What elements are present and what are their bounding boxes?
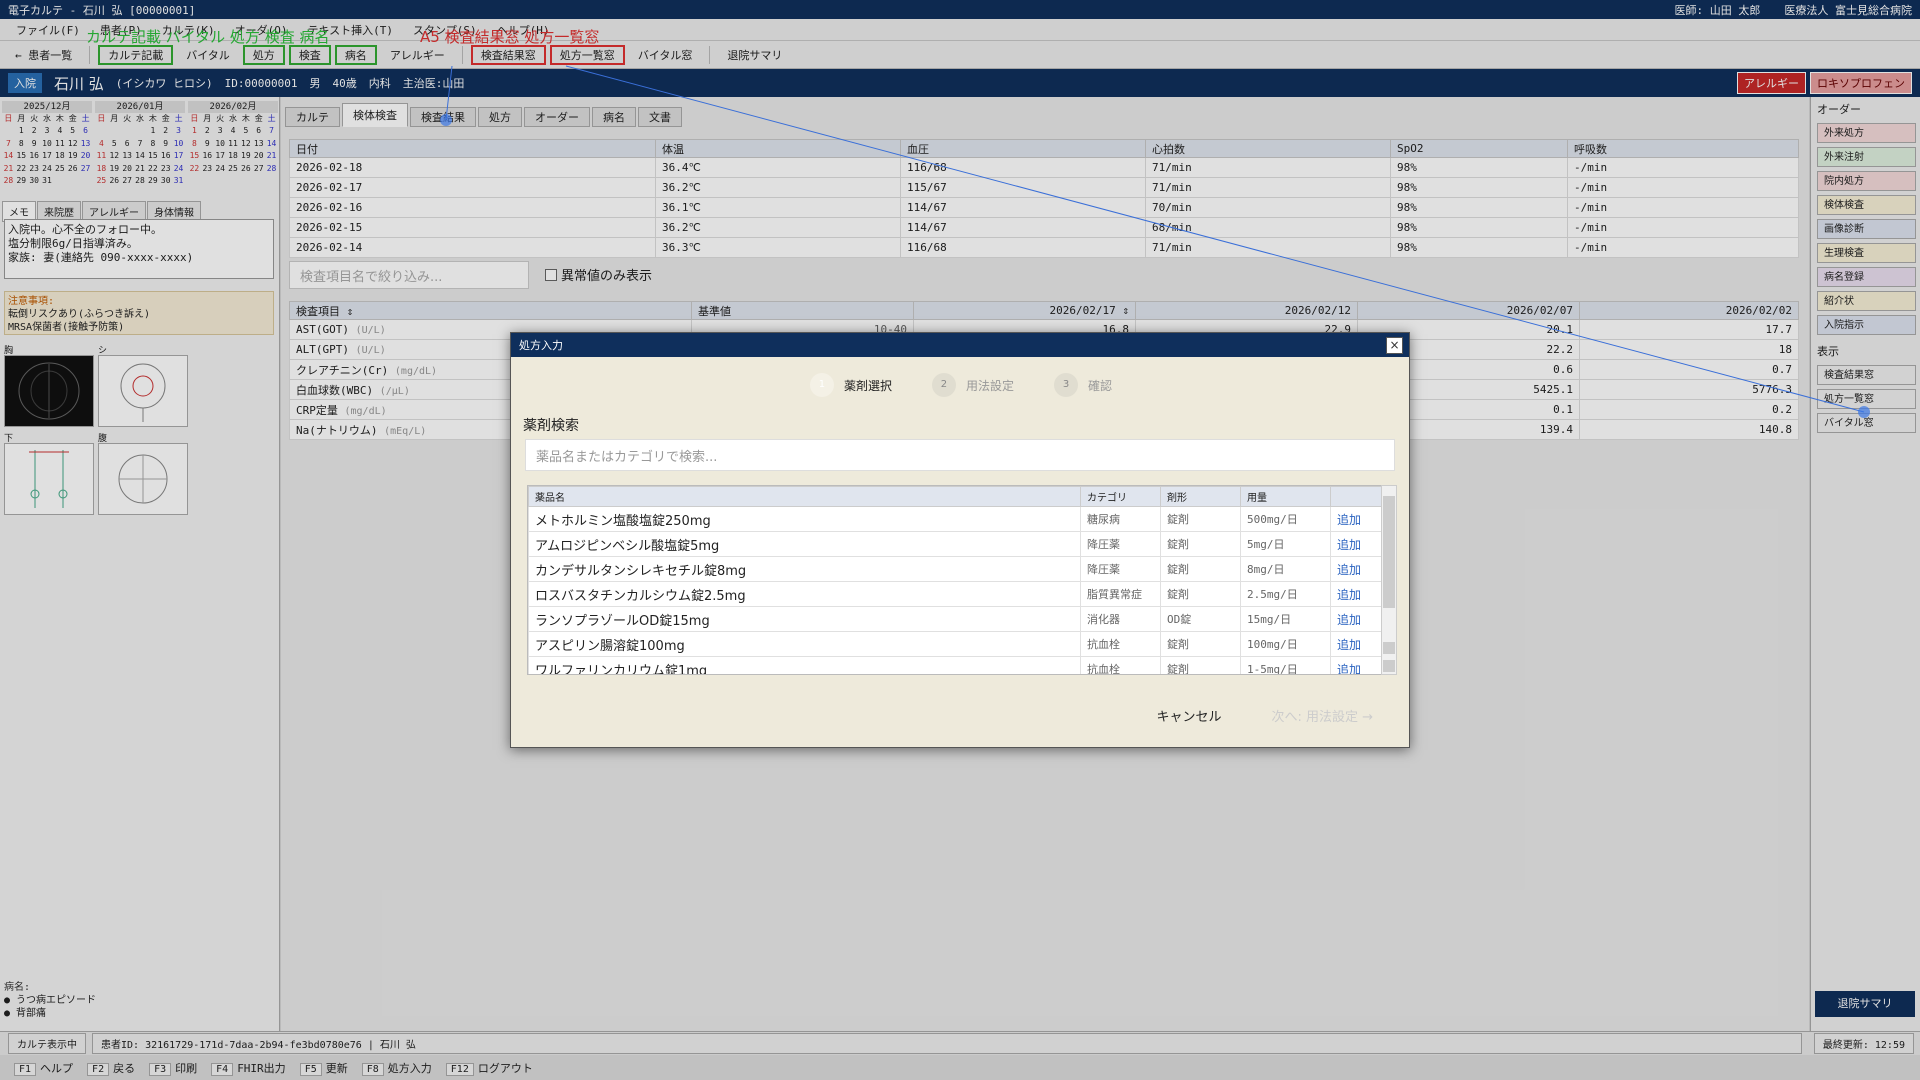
drug-form: 錠剤 <box>1160 556 1241 582</box>
scrollbar-thumb[interactable] <box>1383 660 1395 672</box>
drug-name: メトホルミン塩酸塩錠250mg <box>528 506 1081 532</box>
drug-form: 錠剤 <box>1160 506 1241 532</box>
drug-form: 錠剤 <box>1160 631 1241 657</box>
col-drug-name: 薬品名 <box>528 486 1081 507</box>
drug-category: 糖尿病 <box>1080 506 1161 532</box>
step-confirm: 3 確認 <box>1054 373 1112 397</box>
step-drug-select: 1 薬剤選択 <box>809 373 892 397</box>
drug-name: カンデサルタンシレキセチル錠8mg <box>528 556 1081 582</box>
scrollbar-thumb[interactable] <box>1383 496 1395 608</box>
drug-name: アムロジピンベシル酸塩錠5mg <box>528 531 1081 557</box>
drug-row[interactable]: カンデサルタンシレキセチル錠8mg 降圧薬 錠剤 8mg/日 追加 <box>528 556 1382 582</box>
step-label: 薬剤選択 <box>843 378 892 393</box>
table-header-row: 薬品名 カテゴリ 剤形 用量 <box>528 486 1382 507</box>
next-step-button[interactable]: 次へ: 用法設定 → <box>1271 706 1373 725</box>
step-label: 用法設定 <box>965 378 1014 393</box>
col-action <box>1330 486 1382 507</box>
step-label: 確認 <box>1088 378 1113 393</box>
drug-form: 錠剤 <box>1160 656 1241 674</box>
drug-table: 薬品名 カテゴリ 剤形 用量 メトホルミン塩酸塩錠250mg 糖尿病 錠剤 500mg… <box>528 486 1382 674</box>
drug-category: 降圧薬 <box>1080 531 1161 557</box>
drug-list: 薬品名 カテゴリ 剤形 用量 メトホルミン塩酸塩錠250mg 糖尿病 錠剤 500mg… <box>527 485 1383 675</box>
col-category: カテゴリ <box>1080 486 1161 507</box>
drug-category: 降圧薬 <box>1080 556 1161 582</box>
drug-list-scrollbar[interactable] <box>1381 485 1397 675</box>
drug-row[interactable]: ワルファリンカリウム錠1mg 抗血栓 錠剤 1-5mg/日 追加 <box>528 656 1382 674</box>
wizard-steps: 1 薬剤選択 2 用法設定 3 確認 <box>511 373 1411 397</box>
drug-row[interactable]: ランソプラゾールOD錠15mg 消化器 OD錠 15mg/日 追加 <box>528 606 1382 632</box>
add-drug-button[interactable]: 追加 <box>1330 631 1382 657</box>
add-drug-button[interactable]: 追加 <box>1330 656 1382 674</box>
drug-name: ワルファリンカリウム錠1mg <box>528 656 1081 674</box>
step-usage-setting: 2 用法設定 <box>931 373 1014 397</box>
scrollbar-thumb[interactable] <box>1383 642 1395 654</box>
drug-row[interactable]: ロスバスタチンカルシウム錠2.5mg 脂質異常症 錠剤 2.5mg/日 追加 <box>528 581 1382 607</box>
drug-dose: 1-5mg/日 <box>1240 656 1331 674</box>
drug-row[interactable]: アムロジピンベシル酸塩錠5mg 降圧薬 錠剤 5mg/日 追加 <box>528 531 1382 557</box>
add-drug-button[interactable]: 追加 <box>1330 606 1382 632</box>
add-drug-button[interactable]: 追加 <box>1330 581 1382 607</box>
col-form: 剤形 <box>1160 486 1241 507</box>
add-drug-button[interactable]: 追加 <box>1330 506 1382 532</box>
drug-category: 抗血栓 <box>1080 631 1161 657</box>
drug-dose: 100mg/日 <box>1240 631 1331 657</box>
add-drug-button[interactable]: 追加 <box>1330 556 1382 582</box>
drug-name: ロスバスタチンカルシウム錠2.5mg <box>528 581 1081 607</box>
drug-form: OD錠 <box>1160 606 1241 632</box>
close-icon[interactable]: × <box>1386 337 1403 354</box>
drug-name: アスピリン腸溶錠100mg <box>528 631 1081 657</box>
drug-name: ランソプラゾールOD錠15mg <box>528 606 1081 632</box>
step-number: 3 <box>1054 373 1078 397</box>
dialog-header: 処方入力 <box>511 333 1409 357</box>
drug-dose: 2.5mg/日 <box>1240 581 1331 607</box>
step-number: 2 <box>931 373 956 397</box>
drug-dose: 5mg/日 <box>1240 531 1331 557</box>
prescription-entry-dialog: 処方入力 × 1 薬剤選択 2 用法設定 3 確認 薬剤検索 薬品名またはカテゴ… <box>510 332 1410 748</box>
drug-row[interactable]: メトホルミン塩酸塩錠250mg 糖尿病 錠剤 500mg/日 追加 <box>528 506 1382 532</box>
drug-search-label: 薬剤検索 <box>523 418 579 434</box>
add-drug-button[interactable]: 追加 <box>1330 531 1382 557</box>
dialog-title: 処方入力 <box>519 339 563 352</box>
drug-dose: 8mg/日 <box>1240 556 1331 582</box>
dialog-buttons: キャンセル 次へ: 用法設定 → <box>1156 706 1373 725</box>
drug-search-input[interactable]: 薬品名またはカテゴリで検索... <box>525 439 1395 471</box>
drug-dose: 15mg/日 <box>1240 606 1331 632</box>
drug-category: 脂質異常症 <box>1080 581 1161 607</box>
drug-form: 錠剤 <box>1160 581 1241 607</box>
drug-row[interactable]: アスピリン腸溶錠100mg 抗血栓 錠剤 100mg/日 追加 <box>528 631 1382 657</box>
col-dose: 用量 <box>1240 486 1331 507</box>
drug-form: 錠剤 <box>1160 531 1241 557</box>
drug-dose: 500mg/日 <box>1240 506 1331 532</box>
cancel-button[interactable]: キャンセル <box>1156 706 1221 725</box>
drug-category: 抗血栓 <box>1080 656 1161 674</box>
step-number: 1 <box>809 373 834 397</box>
drug-category: 消化器 <box>1080 606 1161 632</box>
